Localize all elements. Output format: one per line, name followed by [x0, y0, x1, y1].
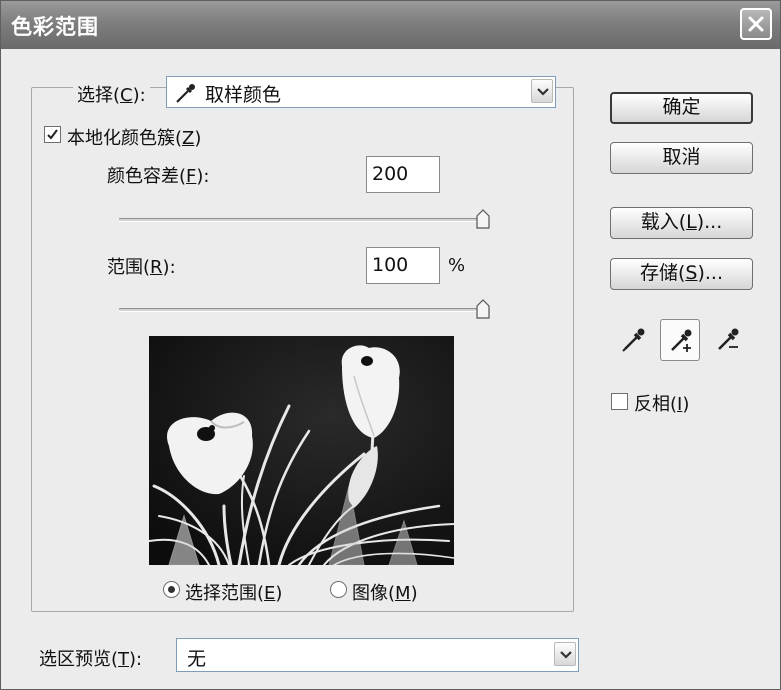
selection-preview-value: 无	[187, 648, 207, 670]
range-slider-thumb[interactable]	[476, 299, 490, 319]
save-button[interactable]: 存储(S)...	[610, 258, 753, 290]
range-unit: %	[448, 255, 466, 276]
close-icon	[748, 16, 764, 32]
select-dropdown[interactable]: 取样颜色	[166, 76, 556, 108]
load-button[interactable]: 载入(L)...	[610, 207, 753, 239]
eyedropper-icon	[176, 84, 195, 103]
selection-preview-image	[149, 336, 454, 565]
select-dropdown-button[interactable]	[531, 79, 553, 103]
color-range-dialog: 色彩范围 选择(C): 取样颜色 本地化颜色簇(Z) 颜色容差(F): 200 …	[0, 0, 781, 690]
chevron-down-icon	[560, 651, 572, 659]
cancel-button[interactable]: 取消	[610, 142, 753, 174]
localized-clusters-checkbox[interactable]	[44, 126, 61, 143]
close-button[interactable]	[740, 8, 772, 40]
chevron-down-icon	[537, 88, 549, 96]
invert-label: 反相(I)	[634, 394, 690, 415]
range-input[interactable]: 100	[366, 247, 440, 284]
selection-view-radio[interactable]	[163, 581, 180, 598]
dialog-title: 色彩范围	[11, 15, 99, 39]
selection-preview-label: 选区预览(T):	[39, 649, 143, 670]
select-value: 取样颜色	[205, 84, 282, 106]
subtract-from-sample-tool[interactable]	[708, 319, 748, 361]
add-to-sample-tool[interactable]	[660, 319, 700, 361]
fuzziness-input[interactable]: 200	[366, 156, 440, 193]
select-label: 选择(C):	[73, 81, 150, 107]
fuzziness-slider-thumb[interactable]	[476, 209, 490, 229]
selection-preview-dropdown-button[interactable]	[554, 642, 576, 666]
eyedropper-minus-icon	[718, 328, 739, 350]
checkmark-icon	[47, 129, 58, 140]
localized-clusters-label: 本地化颜色簇(Z)	[67, 128, 202, 149]
fuzziness-label: 颜色容差(F):	[107, 166, 210, 187]
radio-selected-dot	[168, 586, 175, 593]
range-label: 范围(R):	[107, 257, 176, 278]
selection-preview-dropdown[interactable]: 无	[176, 638, 579, 672]
crocus-flowers-image	[149, 336, 454, 565]
fuzziness-slider-track[interactable]	[119, 218, 489, 222]
eyedropper-icon	[622, 328, 645, 352]
range-slider-track[interactable]	[119, 308, 489, 312]
invert-checkbox[interactable]	[611, 393, 628, 410]
selection-view-label: 选择范围(E)	[185, 583, 283, 604]
image-view-label: 图像(M)	[352, 583, 418, 604]
title-bar: 色彩范围	[1, 1, 780, 49]
eyedropper-plus-icon	[671, 329, 692, 352]
ok-button[interactable]: 确定	[610, 92, 753, 124]
image-view-radio[interactable]	[330, 581, 347, 598]
eyedropper-tool[interactable]	[614, 319, 654, 361]
